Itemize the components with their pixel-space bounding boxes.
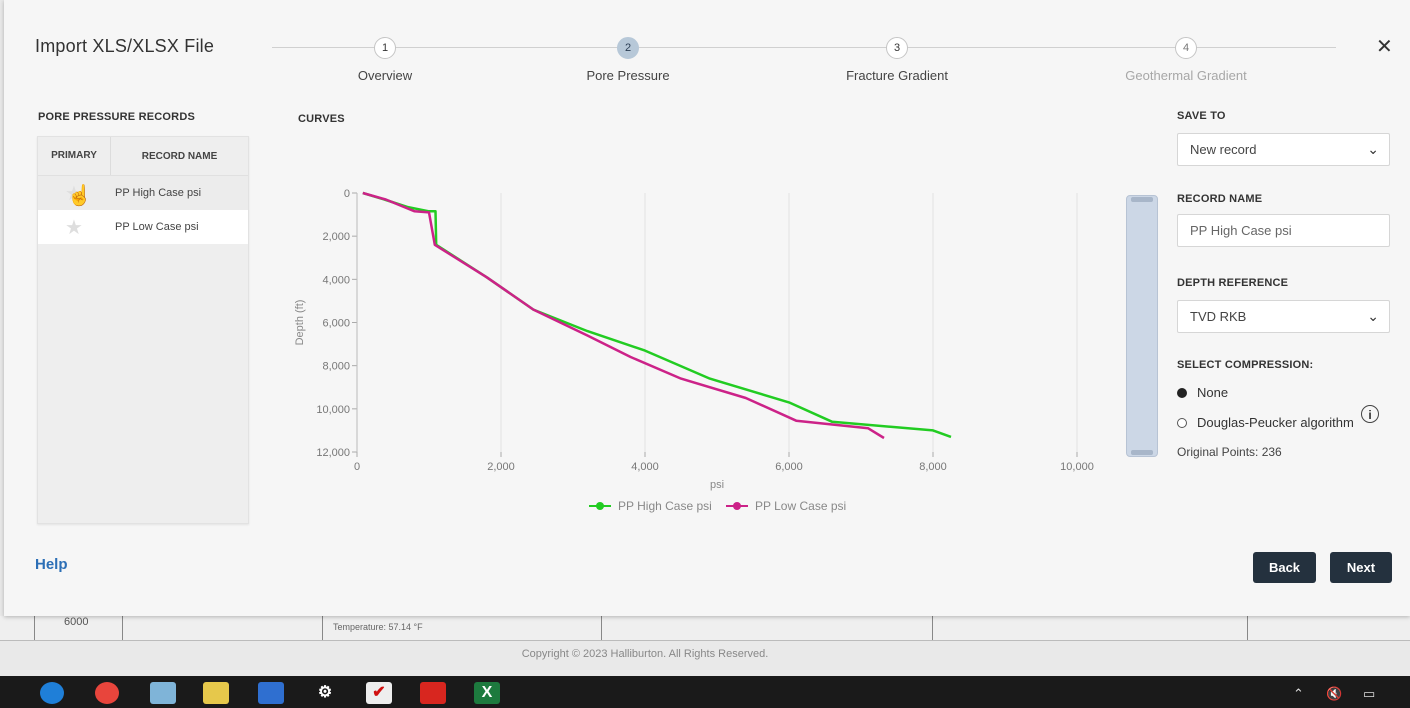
- legend-label: PP Low Case psi: [755, 499, 846, 513]
- record-row[interactable]: ★ PP Low Case psi: [38, 210, 248, 244]
- records-section-label: PORE PRESSURE RECORDS: [38, 111, 196, 123]
- depth-reference-select[interactable]: TVD RKB ⌄: [1177, 300, 1390, 333]
- step-number: 2: [617, 37, 639, 59]
- background-temperature: Temperature: 57.14 °F: [333, 622, 423, 632]
- option-label: Douglas-Peucker algorithm: [1197, 415, 1354, 430]
- depth-reference-value: TVD RKB: [1190, 309, 1247, 324]
- radio-selected[interactable]: [1177, 387, 1187, 398]
- import-dialog: Import XLS/XLSX File ✕ 1 Overview 2 Pore…: [4, 0, 1410, 616]
- compression-label: SELECT COMPRESSION:: [1177, 359, 1314, 371]
- series-line-low: [362, 191, 885, 440]
- slider-top-handle[interactable]: [1131, 197, 1153, 202]
- radio-unselected[interactable]: [1177, 417, 1187, 428]
- dialog-title: Import XLS/XLSX File: [35, 36, 215, 56]
- checkmark-app-icon[interactable]: ✔: [366, 682, 392, 704]
- edge-icon[interactable]: [40, 682, 64, 704]
- legend-label: PP High Case psi: [618, 499, 712, 513]
- x-tick-label: 2,000: [487, 461, 515, 473]
- record-name: PP High Case psi: [115, 187, 202, 199]
- back-button[interactable]: Back: [1253, 552, 1316, 583]
- next-button[interactable]: Next: [1330, 552, 1392, 583]
- step-label: Overview: [357, 68, 413, 83]
- depth-range-slider[interactable]: [1126, 195, 1158, 457]
- help-link[interactable]: Help: [35, 556, 68, 573]
- col-primary-header: PRIMARY: [38, 137, 111, 175]
- step-label: Pore Pressure: [586, 68, 670, 83]
- excel-icon[interactable]: X: [474, 682, 500, 704]
- x-tick-label: 10,000: [1060, 461, 1094, 473]
- close-icon[interactable]: ✕: [1376, 34, 1393, 59]
- save-to-select[interactable]: New record ⌄: [1177, 133, 1390, 166]
- y-tick-label: 6,000: [322, 318, 350, 330]
- compression-none-option[interactable]: None: [1177, 385, 1228, 400]
- step-number: 3: [886, 37, 908, 59]
- x-tick-label: 4,000: [631, 461, 659, 473]
- background-track-strip: [0, 616, 1410, 641]
- y-tick-label: 8,000: [322, 361, 350, 373]
- chevron-down-icon: ⌄: [1367, 141, 1379, 157]
- copyright-text: Copyright © 2023 Halliburton. All Rights…: [521, 648, 769, 660]
- record-name-label: RECORD NAME: [1177, 193, 1263, 205]
- save-to-value: New record: [1190, 142, 1257, 157]
- step-overview[interactable]: 1 Overview: [295, 37, 475, 83]
- x-tick-label: 6,000: [775, 461, 803, 473]
- chevron-up-icon[interactable]: ⌃: [1293, 686, 1304, 702]
- paint-icon[interactable]: [203, 682, 229, 704]
- step-fracture-gradient[interactable]: 3 Fracture Gradient: [807, 37, 987, 83]
- step-number: 4: [1175, 37, 1197, 59]
- gear-icon[interactable]: ⚙: [312, 682, 338, 704]
- record-name-input[interactable]: [1177, 214, 1390, 247]
- chrome-icon[interactable]: [95, 682, 119, 704]
- info-icon[interactable]: i: [1361, 405, 1379, 423]
- step-label: Fracture Gradient: [846, 68, 948, 83]
- original-points-text: Original Points: 236: [1177, 445, 1282, 459]
- legend-swatch-dot: [596, 502, 604, 510]
- legend-swatch-dot: [733, 502, 741, 510]
- record-name: PP Low Case psi: [115, 221, 199, 233]
- option-label: None: [1197, 385, 1229, 400]
- step-geothermal-gradient: 4 Geothermal Gradient: [1096, 37, 1276, 83]
- pdf-icon[interactable]: [420, 682, 446, 704]
- save-to-label: SAVE TO: [1177, 110, 1226, 122]
- x-tick-label: 0: [354, 461, 360, 473]
- y-tick-label: 2,000: [322, 231, 350, 243]
- col-name-header: RECORD NAME: [141, 150, 218, 162]
- mute-icon[interactable]: 🔇: [1326, 686, 1342, 702]
- x-tick-label: 8,000: [919, 461, 947, 473]
- step-label: Geothermal Gradient: [1125, 68, 1247, 83]
- app-icon[interactable]: [150, 682, 176, 704]
- curves-chart-svg: 0 2,000 4,000 6,000 8,000 10,000 0 2,000 4,000 6,…: [294, 188, 1094, 513]
- curves-chart: 0 2,000 4,000 6,000 8,000 10,000 0 2,000 4,000 6,…: [289, 170, 1119, 530]
- background-depth-value: 6000: [64, 616, 89, 628]
- records-table-header: PRIMARY RECORD NAME: [38, 137, 248, 176]
- y-tick-label: 10,000: [316, 404, 350, 416]
- y-axis-label: Depth (ft): [294, 300, 306, 346]
- step-number: 1: [374, 37, 396, 59]
- file-icon[interactable]: [258, 682, 284, 704]
- depth-reference-label: DEPTH REFERENCE: [1177, 277, 1289, 289]
- series-line-high: [362, 191, 952, 439]
- display-icon[interactable]: ▭: [1363, 686, 1375, 702]
- y-tick-label: 4,000: [322, 274, 350, 286]
- x-axis-label: psi: [710, 479, 724, 491]
- step-pore-pressure[interactable]: 2 Pore Pressure: [538, 37, 718, 83]
- hand-cursor-icon: ☝: [67, 185, 92, 207]
- compression-dp-option[interactable]: Douglas-Peucker algorithm: [1177, 415, 1354, 430]
- chevron-down-icon: ⌄: [1367, 308, 1379, 324]
- star-icon[interactable]: ★: [38, 215, 110, 240]
- curves-section-label: CURVES: [298, 113, 345, 125]
- y-tick-label: 0: [344, 188, 350, 200]
- slider-bottom-handle[interactable]: [1131, 450, 1153, 455]
- y-tick-label: 12,000: [316, 447, 350, 459]
